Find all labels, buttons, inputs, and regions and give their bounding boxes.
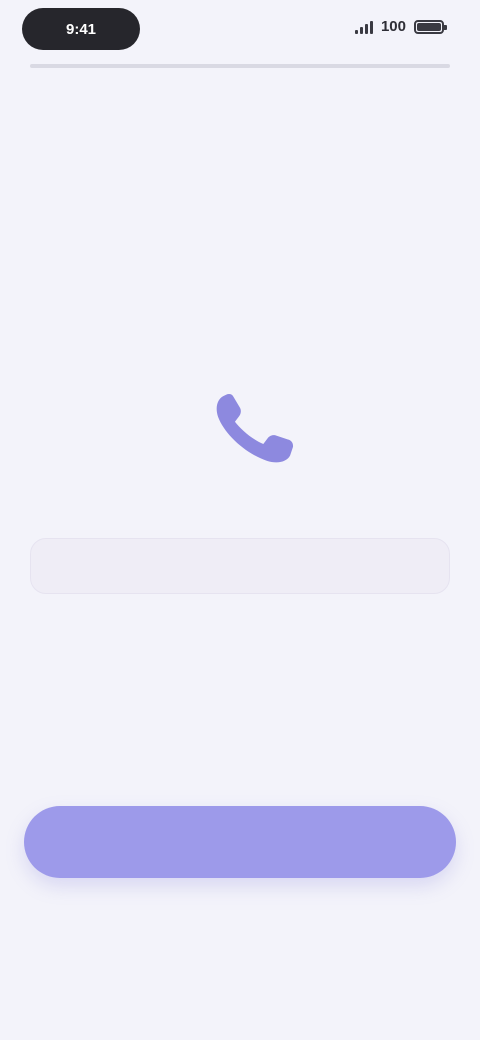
app-screen: 9:41 100 <box>0 0 480 1040</box>
phone-handset-graphic <box>216 393 294 463</box>
header <box>24 136 444 156</box>
status-bar: 9:41 100 <box>0 0 480 64</box>
phone-handset-icon <box>200 378 310 478</box>
continue-button[interactable] <box>24 806 456 878</box>
signal-icon <box>354 20 373 34</box>
verification-code-input[interactable] <box>31 538 449 594</box>
status-time: 9:41 <box>22 8 140 50</box>
verification-code-field[interactable] <box>30 538 450 594</box>
status-divider <box>30 64 450 68</box>
battery-icon <box>414 19 447 34</box>
battery-percentage: 100 <box>380 18 406 35</box>
status-indicators: 100 <box>354 18 447 35</box>
battery-fill <box>417 22 441 31</box>
